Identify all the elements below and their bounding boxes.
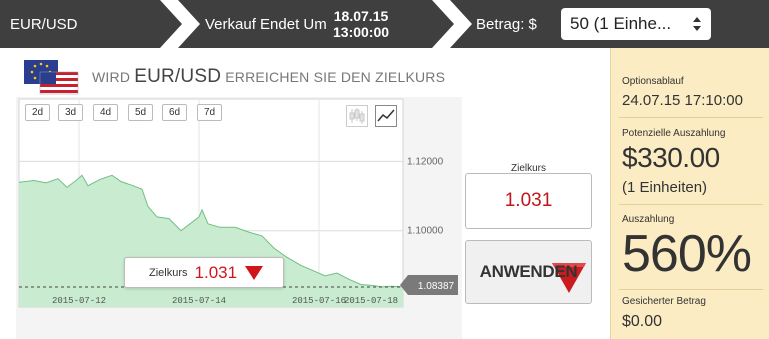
potential-payout-value: $330.00: [622, 142, 720, 173]
current-price-label: 1.08387: [418, 281, 455, 292]
y-tick-label: 1.12000: [407, 156, 444, 167]
question-pair: EUR/USD: [134, 66, 222, 87]
candlestick-chart-button[interactable]: [346, 105, 368, 127]
sale-end-label: Verkauf Endet Um: [205, 15, 327, 33]
current-price-marker: 1.08387: [400, 275, 458, 295]
chevron-right-icon: [432, 0, 472, 48]
period-button-6d[interactable]: 6d: [162, 104, 187, 121]
question-prefix: WIRD: [92, 69, 131, 85]
apply-button-label: ANWENDEN: [479, 262, 578, 281]
divider: [619, 117, 763, 118]
sale-end-time: 18.07.15 13:00:00: [333, 0, 389, 48]
eu-us-flag-icon: [24, 60, 79, 95]
chevron-right-icon: [160, 0, 200, 48]
period-button-2d[interactable]: 2d: [25, 104, 50, 121]
top-bar: EUR/USD Verkauf Endet Um 18.07.15 13:00:…: [0, 0, 769, 48]
period-button-4d[interactable]: 4d: [93, 104, 118, 121]
x-tick-label: 2015-07-14: [172, 296, 226, 306]
triangle-down-icon: [245, 265, 264, 280]
sale-end-clock: 13:00:00: [333, 24, 390, 40]
x-tick-label: 2015-07-12: [52, 296, 106, 306]
target-rate-field[interactable]: 1.031: [465, 173, 592, 229]
x-tick-label: 2015-07-16: [292, 296, 346, 306]
chart-strike-value: 1.031: [194, 262, 238, 282]
trade-summary-panel: Optionsablauf 24.07.15 17:10:00 Potenzie…: [610, 48, 769, 339]
secured-amount-label: Gesicherter Betrag: [622, 296, 706, 307]
x-tick-label: 2015-07-18: [344, 296, 398, 306]
select-arrows-icon: [693, 17, 701, 31]
question-text: WIRD EUR/USD ERREICHEN SIE DEN ZIELKURS: [92, 66, 445, 88]
divider: [619, 204, 763, 205]
expiry-value: 24.07.15 17:10:00: [622, 92, 743, 109]
chart-strike-label[interactable]: Zielkurs 1.031: [124, 257, 284, 288]
amount-select[interactable]: 50 (1 Einhe...: [561, 8, 711, 40]
asset-name[interactable]: EUR/USD: [10, 0, 78, 48]
expiry-label: Optionsablauf: [622, 76, 684, 87]
sale-end-date: 18.07.15: [333, 8, 389, 24]
line-chart-button[interactable]: [375, 105, 397, 127]
payout-percent-value: 560%: [622, 225, 752, 283]
potential-payout-label: Potenzielle Auszahlung: [622, 128, 726, 139]
divider: [619, 289, 763, 290]
apply-button[interactable]: ANWENDEN: [465, 240, 592, 304]
chart-strike-text: Zielkurs: [149, 266, 188, 279]
payout-units: (1 Einheiten): [622, 179, 708, 196]
amount-label: Betrag: $: [476, 15, 537, 33]
line-chart-icon: [377, 109, 395, 122]
period-button-5d[interactable]: 5d: [128, 104, 153, 121]
price-chart-canvas: 2015-07-12 2015-07-14 2015-07-162015-07-18…: [16, 97, 462, 339]
y-tick-label: 1.10000: [407, 226, 444, 237]
secured-amount-value: $0.00: [622, 313, 663, 330]
candlestick-icon: [349, 108, 365, 124]
period-button-7d[interactable]: 7d: [197, 104, 222, 121]
price-chart: 2015-07-12 2015-07-14 2015-07-16 2015-07-18…: [16, 97, 462, 339]
question-suffix: ERREICHEN SIE DEN ZIELKURS: [225, 69, 446, 85]
period-button-3d[interactable]: 3d: [58, 104, 83, 121]
amount-select-value: 50 (1 Einhe...: [570, 14, 672, 33]
